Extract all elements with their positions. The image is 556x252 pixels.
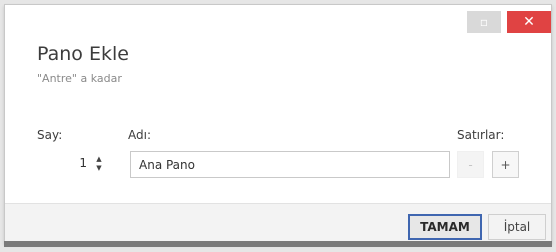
dialog-subtitle: "Antre" a kadar bbox=[37, 72, 122, 85]
count-stepper[interactable]: 1 ▲ ▼ bbox=[41, 151, 111, 178]
count-label: Say: bbox=[37, 128, 63, 142]
minimize-icon: ▫ bbox=[479, 15, 489, 29]
close-icon: ✕ bbox=[523, 14, 535, 30]
add-panel-dialog: ▫ ✕ Pano Ekle "Antre" a kadar Say: Adı: … bbox=[4, 4, 552, 243]
name-label: Adı: bbox=[128, 128, 151, 142]
count-value: 1 bbox=[79, 156, 87, 170]
chevron-up-icon[interactable]: ▲ bbox=[96, 155, 101, 164]
cancel-button[interactable]: İptal bbox=[488, 214, 546, 240]
stepper-arrows[interactable]: ▲ ▼ bbox=[93, 153, 105, 175]
ok-button[interactable]: TAMAM bbox=[408, 214, 482, 240]
window-bottom-edge bbox=[4, 241, 552, 247]
remove-row-button[interactable]: - bbox=[457, 151, 484, 178]
chevron-down-icon[interactable]: ▼ bbox=[96, 164, 101, 173]
add-row-button[interactable]: + bbox=[492, 151, 519, 178]
name-input[interactable] bbox=[130, 151, 450, 178]
dialog-title: Pano Ekle bbox=[37, 43, 129, 65]
rows-label: Satırlar: bbox=[457, 128, 505, 142]
minimize-button[interactable]: ▫ bbox=[467, 11, 501, 33]
close-button[interactable]: ✕ bbox=[507, 11, 551, 33]
